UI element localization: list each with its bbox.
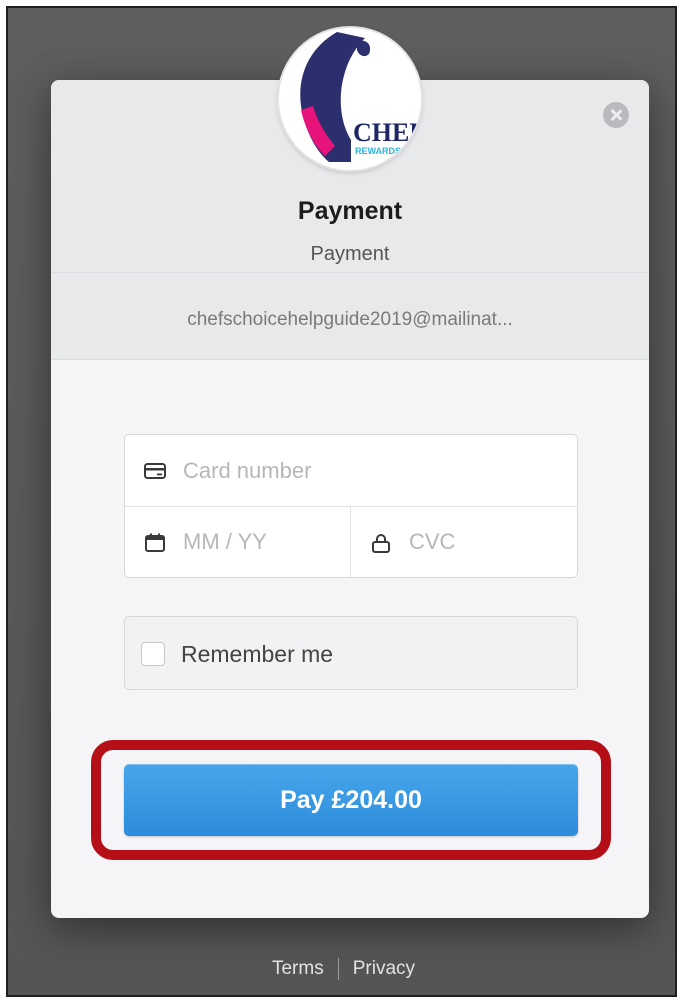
credit-card-icon xyxy=(144,463,166,479)
checkout-overlay: Payment Payment chefschoicehelpguide2019… xyxy=(6,6,677,997)
card-number-row xyxy=(125,435,577,507)
modal-title: Payment xyxy=(297,197,403,225)
remember-me-row[interactable]: Remember me xyxy=(124,616,578,690)
logo-text: CHEF xyxy=(353,118,421,147)
cvc-input[interactable] xyxy=(409,507,569,577)
calendar-icon xyxy=(145,533,165,552)
card-number-input[interactable] xyxy=(183,435,563,506)
customer-email: chefschoicehelpguide2019@mailinat... xyxy=(187,309,513,330)
terms-link[interactable]: Terms xyxy=(272,958,324,979)
cvc-cell xyxy=(351,507,577,577)
pay-button[interactable]: Pay £204.00 xyxy=(124,764,578,836)
footer-links: Terms Privacy xyxy=(8,958,675,980)
footer-separator xyxy=(337,958,339,980)
remember-me-checkbox[interactable] xyxy=(141,642,165,666)
card-details-group xyxy=(124,434,578,578)
modal-subtitle: Payment xyxy=(310,243,390,265)
merchant-logo: CHEF REWARDS xyxy=(279,28,421,170)
payment-modal: Payment Payment chefschoicehelpguide2019… xyxy=(51,28,649,918)
remember-me-label: Remember me xyxy=(181,641,334,667)
email-row: chefschoicehelpguide2019@mailinat... xyxy=(51,272,649,360)
logo-subtext: REWARDS xyxy=(355,146,401,156)
lock-icon xyxy=(372,534,390,553)
expiry-input[interactable] xyxy=(183,507,343,577)
privacy-link[interactable]: Privacy xyxy=(353,958,415,979)
chef-logo-icon: CHEF REWARDS xyxy=(279,28,421,170)
expiry-cell xyxy=(125,507,351,577)
close-button[interactable] xyxy=(603,102,629,128)
